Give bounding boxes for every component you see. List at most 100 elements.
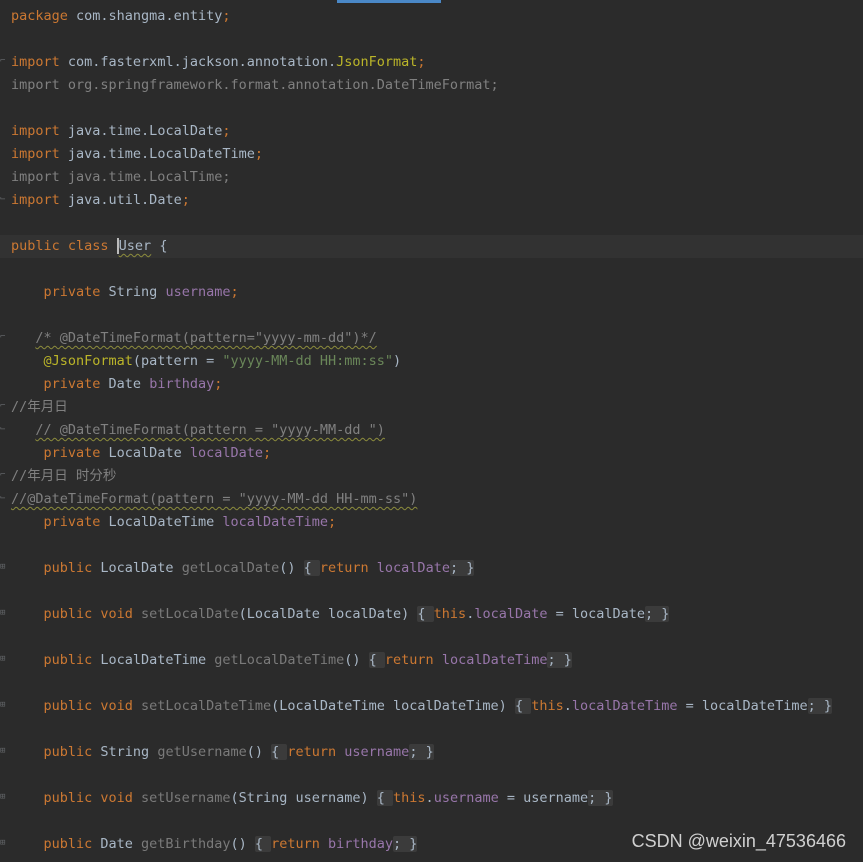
code-token: = localDateTime [677, 698, 808, 714]
code-text: import org.springframework.format.annota… [11, 74, 499, 97]
code-line[interactable]: ⌐//年月日 [0, 396, 863, 419]
code-token: ; [222, 123, 231, 139]
code-token: () [279, 560, 304, 576]
code-line[interactable] [0, 534, 863, 557]
code-line[interactable] [0, 764, 863, 787]
code-token: { [303, 560, 320, 576]
code-line[interactable] [0, 718, 863, 741]
code-token: ; [417, 54, 426, 70]
code-token: ; [230, 284, 239, 300]
code-text: import java.time.LocalDate; [11, 120, 230, 143]
code-token: LocalDate [100, 560, 182, 576]
code-line[interactable]: import java.time.LocalDateTime; [0, 143, 863, 166]
fold-expand-icon[interactable]: ⊞ [0, 839, 8, 848]
code-token: getBirthday [141, 836, 231, 852]
code-line[interactable]: ⌐//年月日 时分秒 [0, 465, 863, 488]
fold-expand-icon[interactable]: ⊞ [0, 609, 8, 618]
fold-expand-icon[interactable]: ⊞ [0, 655, 8, 664]
code-token: com.shangma.entity [67, 8, 223, 24]
code-token: LocalDateTime [108, 514, 223, 530]
code-text: public void setLocalDate(LocalDate local… [11, 603, 670, 626]
fold-collapse-icon[interactable]: ⌙ [0, 195, 8, 204]
code-line[interactable]: ⊞ public void setUsername(String usernam… [0, 787, 863, 810]
code-line[interactable]: import org.springframework.format.annota… [0, 74, 863, 97]
fold-collapse-icon[interactable]: ⌐ [0, 402, 8, 411]
code-line[interactable]: ⊞ public void setLocalDateTime(LocalDate… [0, 695, 863, 718]
code-text: import java.time.LocalDateTime; [11, 143, 263, 166]
code-line[interactable]: ⊞ public void setLocalDate(LocalDate loc… [0, 603, 863, 626]
code-token: String [100, 744, 158, 760]
code-token: LocalDate [108, 445, 190, 461]
code-token: ; } [588, 790, 613, 806]
code-line[interactable] [0, 304, 863, 327]
code-token: localDate [189, 445, 263, 461]
code-text: public Date getBirthday() { return birth… [11, 833, 418, 856]
code-line[interactable]: private LocalDate localDate; [0, 442, 863, 465]
fold-collapse-icon[interactable]: ⌐ [0, 333, 8, 342]
code-token: username [165, 284, 231, 300]
code-token: getLocalDate [181, 560, 280, 576]
fold-expand-icon[interactable]: ⊞ [0, 701, 8, 710]
code-line[interactable]: ⊞ public LocalDateTime getLocalDateTime(… [0, 649, 863, 672]
code-token: import [11, 192, 60, 208]
code-line[interactable]: private Date birthday; [0, 373, 863, 396]
code-line[interactable] [0, 97, 863, 120]
code-token: = username [498, 790, 589, 806]
code-token: import org.springframework.format.annota… [11, 77, 499, 93]
code-line[interactable]: ⌙ // @DateTimeFormat(pattern = "yyyy-MM-… [0, 419, 863, 442]
code-line[interactable]: public class User { [0, 235, 863, 258]
code-line[interactable]: ⊞ public LocalDate getLocalDate() { retu… [0, 557, 863, 580]
code-token: public [11, 652, 101, 668]
code-editor[interactable]: package com.shangma.entity; ⌐ import com.f… [0, 0, 863, 862]
code-line[interactable]: private String username; [0, 281, 863, 304]
code-line[interactable] [0, 672, 863, 695]
code-line[interactable]: ⊞ public String getUsername() { return u… [0, 741, 863, 764]
code-token: birthday [149, 376, 215, 392]
code-text: //@DateTimeFormat(pattern = "yyyy-MM-dd … [11, 488, 417, 511]
fold-collapse-icon[interactable]: ⌙ [0, 494, 8, 503]
code-text: import java.util.Date; [11, 189, 190, 212]
code-line[interactable] [0, 580, 863, 603]
code-token: this [393, 790, 426, 806]
code-line[interactable]: ⌐ import com.fasterxml.jackson.annotation… [0, 51, 863, 74]
code-token: () [246, 744, 272, 760]
code-token: ; } [409, 744, 434, 760]
code-text: public LocalDate getLocalDate() { return… [11, 557, 475, 580]
code-token: import [11, 123, 60, 139]
code-text: public String getUsername() { return use… [11, 741, 434, 764]
code-line[interactable] [0, 258, 863, 281]
code-line[interactable]: import java.time.LocalTime; [0, 166, 863, 189]
code-line[interactable] [0, 810, 863, 833]
fold-expand-icon[interactable]: ⊞ [0, 747, 8, 756]
code-line[interactable]: ⌙ import java.util.Date; [0, 189, 863, 212]
code-line[interactable]: ⌙//@DateTimeFormat(pattern = "yyyy-MM-dd… [0, 488, 863, 511]
code-token: localDate [474, 606, 548, 622]
code-token: import [11, 146, 60, 162]
code-token: com.fasterxml.jackson.annotation. [59, 54, 337, 70]
code-token: ; [181, 192, 190, 208]
fold-collapse-icon[interactable]: ⌐ [0, 471, 8, 480]
code-line[interactable] [0, 212, 863, 235]
code-text: package com.shangma.entity; [11, 5, 230, 28]
fold-expand-icon[interactable]: ⊞ [0, 563, 8, 572]
code-line[interactable]: private LocalDateTime localDateTime; [0, 511, 863, 534]
code-token: getUsername [157, 744, 247, 760]
code-line[interactable]: ⌐ /* @DateTimeFormat(pattern="yyyy-mm-dd… [0, 327, 863, 350]
code-line[interactable] [0, 28, 863, 51]
fold-expand-icon[interactable]: ⊞ [0, 793, 8, 802]
code-line[interactable]: package com.shangma.entity; [0, 5, 863, 28]
code-token: ; [222, 8, 231, 24]
fold-collapse-icon[interactable]: ⌐ [0, 57, 8, 66]
fold-collapse-icon[interactable]: ⌙ [0, 425, 8, 434]
code-text: public LocalDateTime getLocalDateTime() … [11, 649, 572, 672]
code-token: localDate [376, 560, 450, 576]
code-token: ; [262, 445, 272, 461]
code-line[interactable]: import java.time.LocalDate; [0, 120, 863, 143]
code-line[interactable] [0, 626, 863, 649]
code-token: Date [100, 836, 142, 852]
code-line[interactable]: @JsonFormat(pattern = "yyyy-MM-dd HH:mm:… [0, 350, 863, 373]
code-text: public void setLocalDateTime(LocalDateTi… [11, 695, 832, 718]
